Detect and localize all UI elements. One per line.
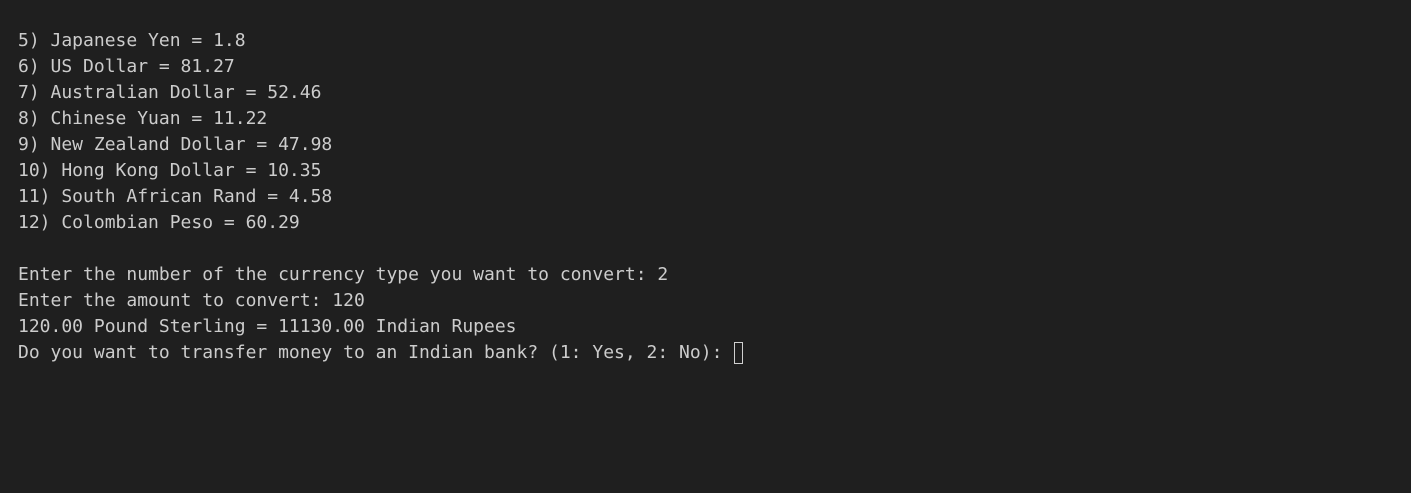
rate-line: 10) Hong Kong Dollar = 10.35: [18, 160, 322, 181]
terminal-output[interactable]: 5) Japanese Yen = 1.8 6) US Dollar = 81.…: [0, 0, 1411, 493]
rate-line: 8) Chinese Yuan = 11.22: [18, 108, 268, 129]
amount-prompt: Enter the amount to convert: 120: [18, 290, 365, 311]
rate-line: 11) South African Rand = 4.58: [18, 186, 333, 207]
rate-line: 5) Japanese Yen = 1.8: [18, 30, 246, 51]
rate-line: 6) US Dollar = 81.27: [18, 56, 235, 77]
text-cursor[interactable]: [734, 342, 744, 364]
transfer-prompt-line: Do you want to transfer money to an Indi…: [18, 340, 1411, 366]
transfer-prompt: Do you want to transfer money to an Indi…: [18, 342, 734, 363]
currency-prompt: Enter the number of the currency type yo…: [18, 264, 669, 285]
rate-line: 12) Colombian Peso = 60.29: [18, 212, 300, 233]
conversion-result: 120.00 Pound Sterling = 11130.00 Indian …: [18, 316, 517, 337]
rate-line: 7) Australian Dollar = 52.46: [18, 82, 322, 103]
rate-line: 9) New Zealand Dollar = 47.98: [18, 134, 333, 155]
